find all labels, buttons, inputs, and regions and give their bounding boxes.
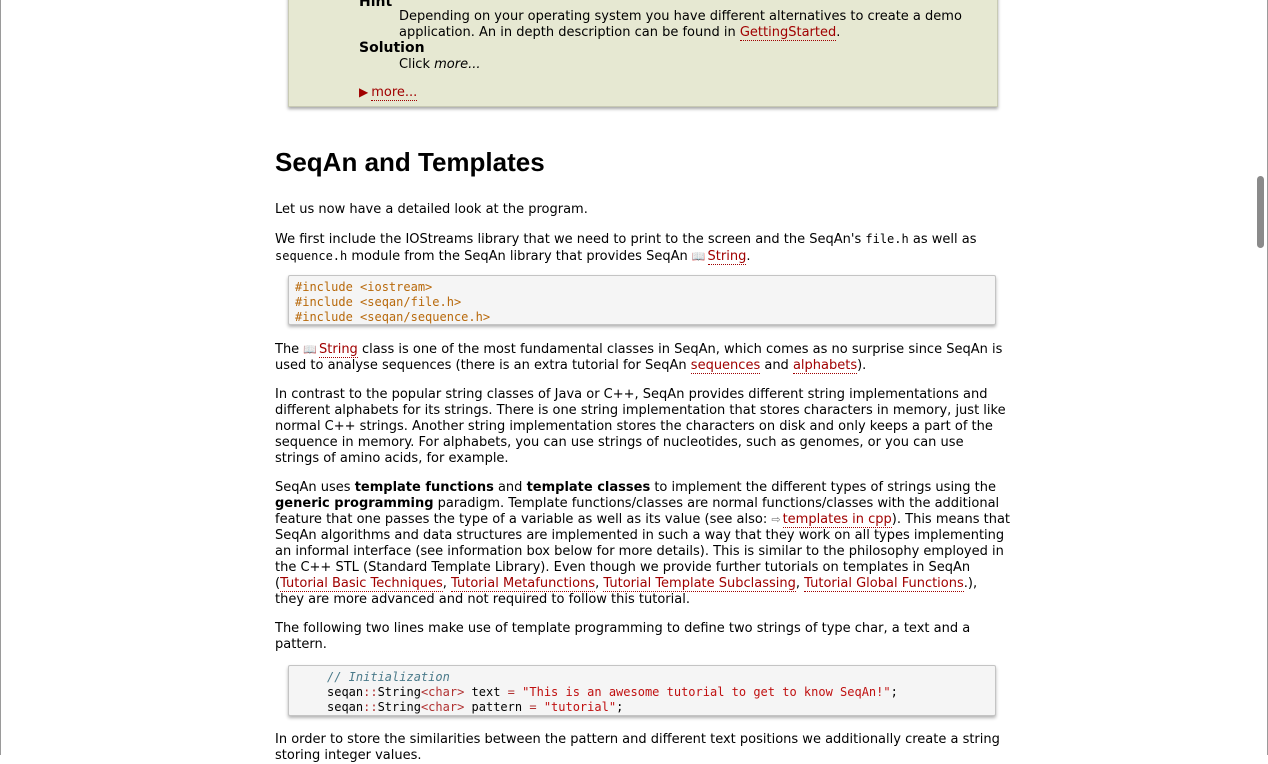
string-link[interactable]: String <box>319 342 358 358</box>
alphabets-link[interactable]: alphabets <box>792 358 858 374</box>
code-line: #include <seqan/sequence.h> <box>295 310 491 324</box>
tutorial-metafunctions-link[interactable]: Tutorial Metafunctions <box>451 576 596 592</box>
more-toggle-link[interactable]: ▶ more... <box>359 85 418 101</box>
string-implementations-paragraph: In contrast to the popular string classe… <box>275 387 1006 466</box>
similarities-paragraph: In order to store the similarities betwe… <box>275 732 1000 763</box>
getting-started-link[interactable]: GettingStarted <box>739 25 837 41</box>
initialization-code-block: // Initialization seqan::String<char> te… <box>288 665 996 716</box>
include-paragraph: We first include the IOStreams library t… <box>275 232 977 265</box>
book-icon: 📖 <box>303 343 318 356</box>
code-line: #include <seqan/file.h> <box>295 295 462 309</box>
include-code-block: #include <iostream> #include <seqan/file… <box>288 275 996 325</box>
solution-term: Solution <box>359 40 425 56</box>
tutorial-basic-techniques-link[interactable]: Tutorial Basic Techniques <box>280 576 443 592</box>
code-line: seqan::String<char> pattern = "tutorial"… <box>327 700 624 714</box>
string-link[interactable]: String <box>707 249 747 265</box>
window-frame-left <box>0 0 1 755</box>
code-comment: // Initialization <box>327 670 450 684</box>
tutorial-template-subclassing-link[interactable]: Tutorial Template Subclassing <box>603 576 796 592</box>
hint-term: Hint <box>359 0 393 10</box>
intro-paragraph: Let us now have a detailed look at the p… <box>275 202 588 217</box>
section-heading: SeqAn and Templates <box>275 147 545 177</box>
tutorial-global-functions-link[interactable]: Tutorial Global Functions <box>804 576 964 592</box>
external-link-icon: ⇨ <box>771 513 781 526</box>
templates-in-cpp-link[interactable]: templates in cpp <box>782 512 892 528</box>
solution-description: Click more... <box>399 57 481 72</box>
code-line: #include <iostream> <box>295 280 433 294</box>
book-icon: 📖 <box>691 250 706 263</box>
two-lines-paragraph: The following two lines make use of temp… <box>275 621 971 652</box>
hint-description: Depending on your operating system you h… <box>399 9 962 41</box>
sequences-link[interactable]: sequences <box>690 358 761 374</box>
vertical-scrollbar-thumb[interactable] <box>1257 176 1264 248</box>
string-class-paragraph: The 📖 String class is one of the most fun… <box>275 342 1003 374</box>
code-line: seqan::String<char> text = "This is an a… <box>327 685 898 699</box>
expand-triangle-icon: ▶ <box>359 85 369 99</box>
templates-paragraph: SeqAn uses template functions and templa… <box>275 480 1011 607</box>
